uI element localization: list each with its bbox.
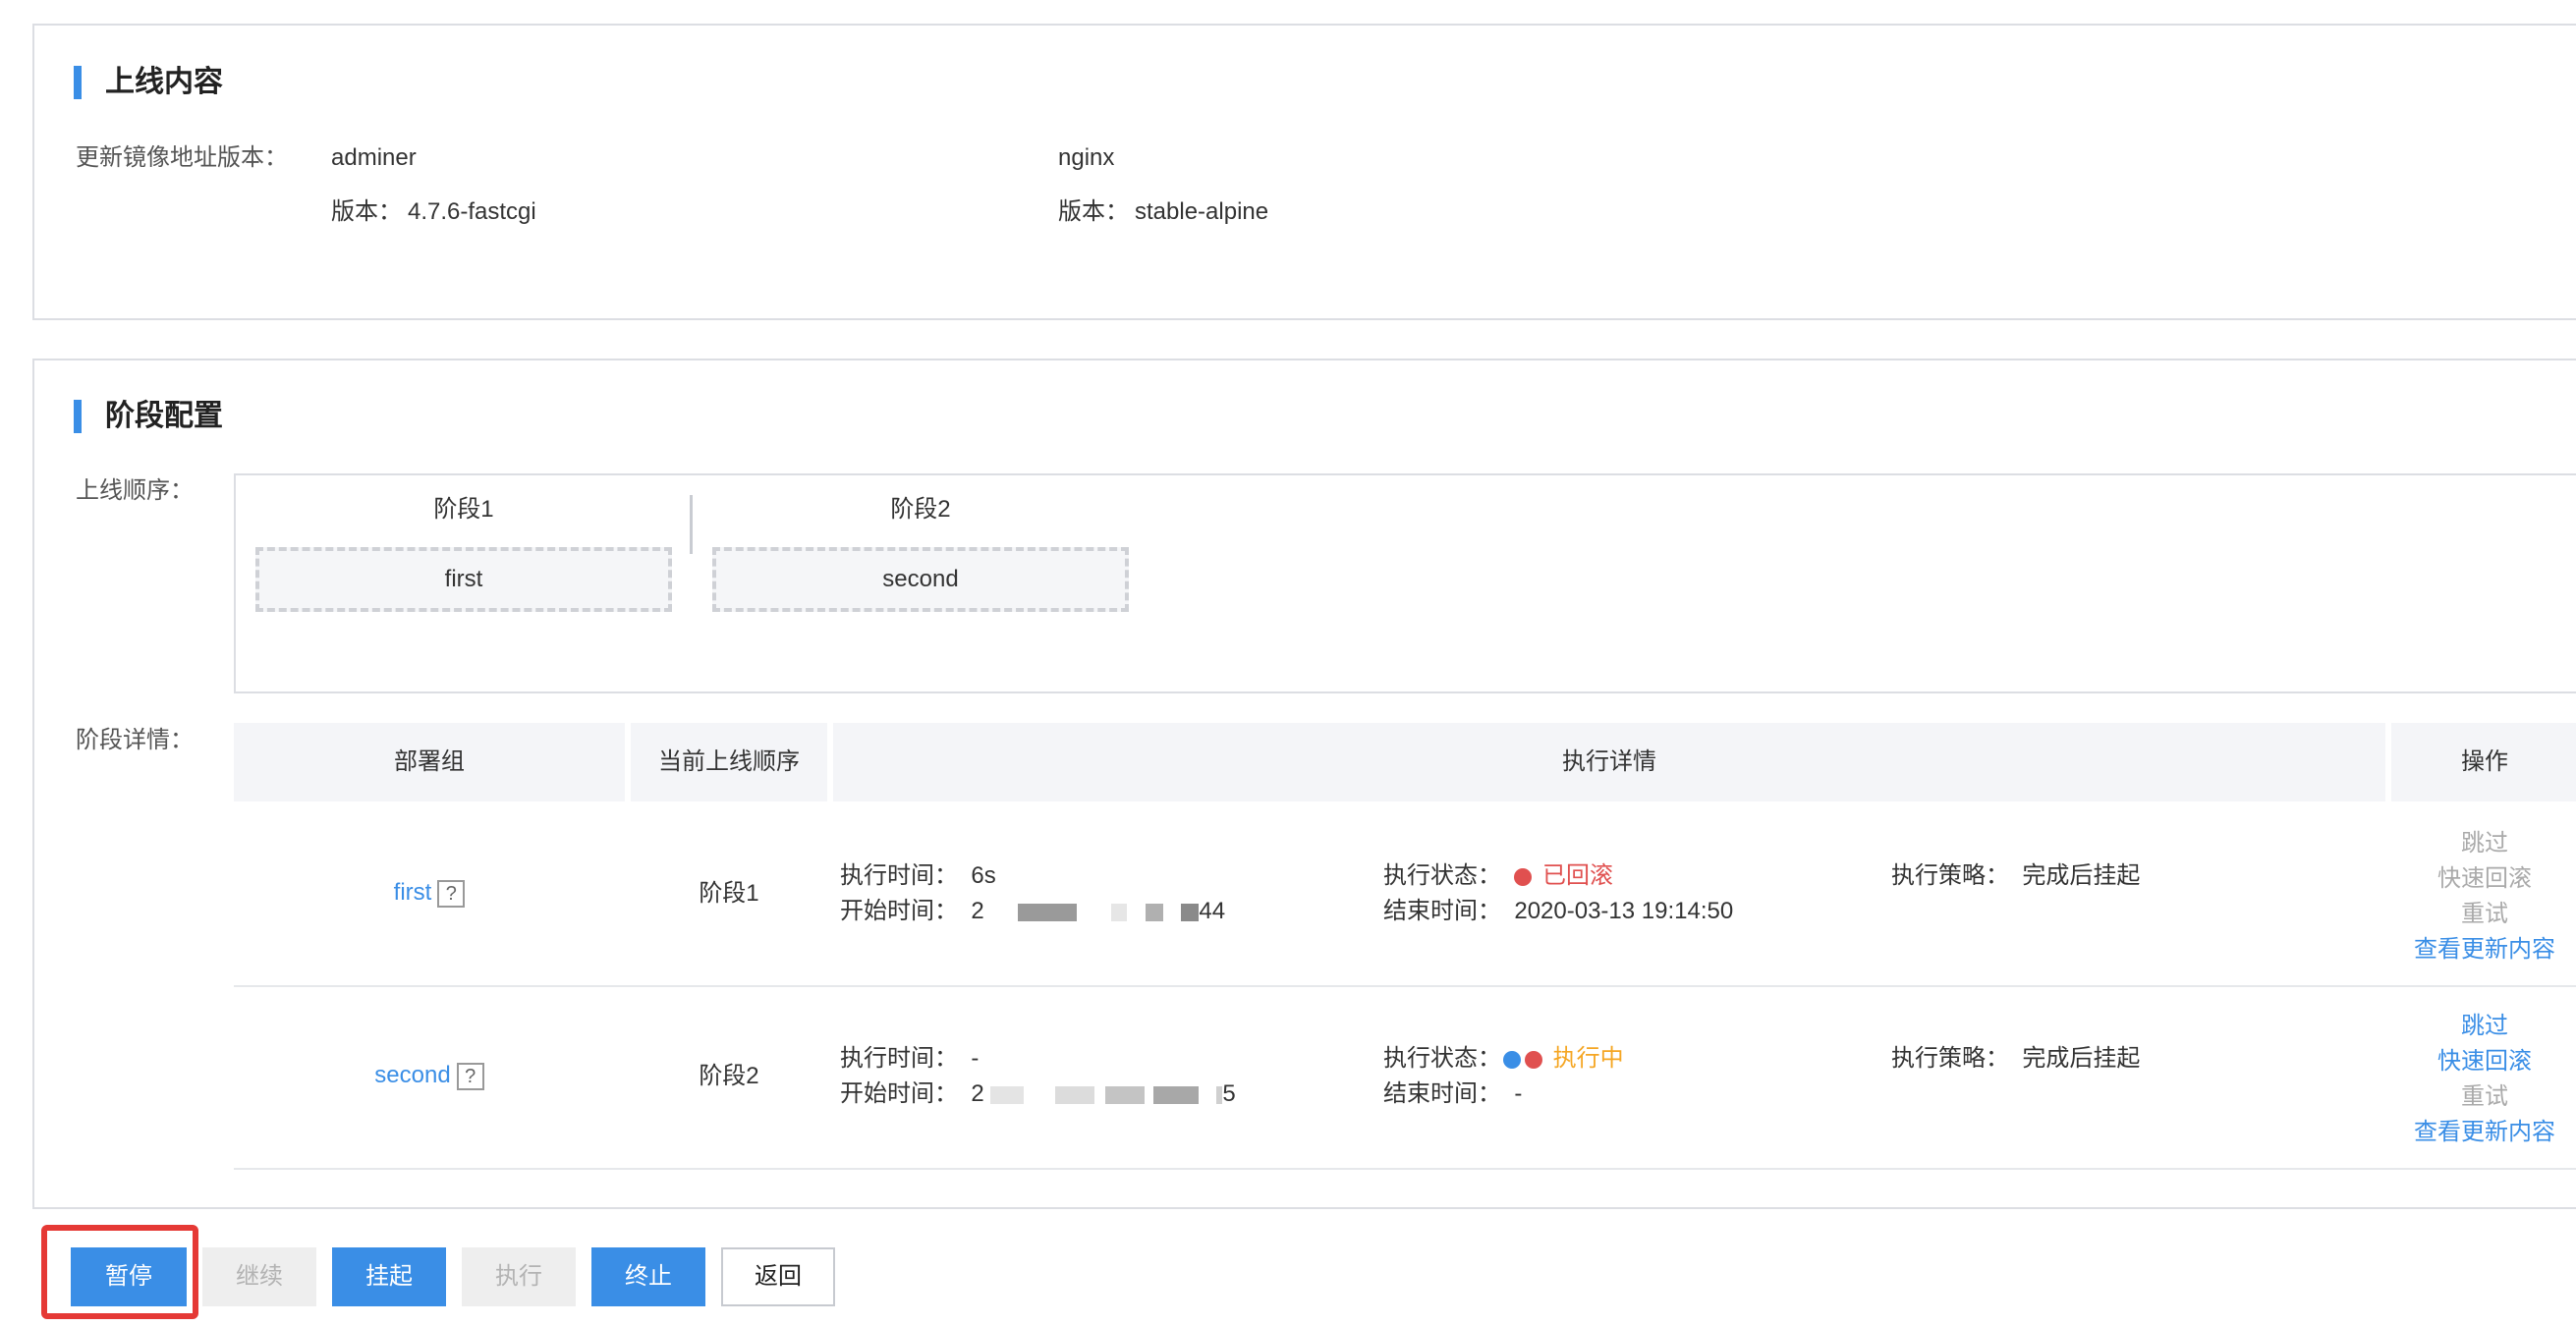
end-time-value: - — [1514, 1080, 1523, 1107]
row-divider — [234, 1168, 2576, 1170]
row1-exec-time: 执行时间： 6s — [840, 861, 996, 891]
exec-time-label: 执行时间： — [840, 1045, 958, 1072]
row1-end-time: 结束时间： 2020-03-13 19:14:50 — [1383, 897, 1733, 926]
redacted-block — [989, 1085, 1024, 1104]
row2-group-link[interactable]: second — [374, 1062, 450, 1088]
suspend-button[interactable]: 挂起 — [332, 1247, 446, 1306]
release-order-board: 阶段1 阶段2 first second — [234, 473, 2576, 693]
status-running: 执行中 — [1552, 1045, 1624, 1072]
end-time-label: 结束时间： — [1383, 898, 1501, 924]
row1-start-time: 开始时间： 2 44 — [840, 897, 1225, 926]
phase-1-title: 阶段1 — [433, 496, 494, 523]
start-time-suffix: 44 — [1199, 898, 1226, 924]
status-label: 执行状态： — [1383, 862, 1501, 889]
row2-skip-link[interactable]: 跳过 — [2411, 1009, 2558, 1044]
phase-2-title: 阶段2 — [890, 496, 951, 523]
section-title-release-content: 上线内容 — [74, 66, 223, 99]
row1-skip-action: 跳过 — [2461, 830, 2508, 856]
row1-group-cell: first? — [234, 878, 625, 908]
start-time-label: 开始时间： — [840, 1080, 958, 1107]
start-time-prefix: 2 — [971, 1080, 984, 1107]
start-time-prefix: 2 — [971, 898, 984, 924]
redacted-block — [1105, 1085, 1146, 1104]
pause-button[interactable]: 暂停 — [71, 1247, 187, 1306]
status-dot-red — [1514, 867, 1533, 886]
phase-1-group-card[interactable]: first — [255, 547, 672, 612]
help-icon[interactable]: ? — [456, 1062, 484, 1090]
stage-config-panel: 阶段配置 上线顺序： 阶段1 阶段2 first second 阶段详情： 部署… — [32, 359, 2576, 1209]
row1-group-link[interactable]: first — [394, 879, 432, 906]
exec-time-value: - — [971, 1045, 980, 1072]
row2-phase: 阶段2 — [699, 1063, 759, 1089]
start-time-suffix: 5 — [1222, 1080, 1236, 1107]
redacted-block — [1111, 903, 1128, 921]
status-rolled-back: 已回滚 — [1542, 862, 1614, 889]
row2-end-time: 结束时间： - — [1383, 1079, 1522, 1109]
th-deploy-group: 部署组 — [234, 723, 625, 801]
strategy-value: 完成后挂起 — [2022, 1045, 2141, 1072]
th-actions: 操作 — [2391, 723, 2576, 801]
row1-strategy: 执行策略： 完成后挂起 — [1891, 861, 2140, 891]
th-exec-detail: 执行详情 — [833, 723, 2385, 801]
redacted-block — [1152, 1085, 1199, 1104]
image-version-2: stable-alpine — [1135, 198, 1269, 225]
exec-time-label: 执行时间： — [840, 862, 958, 889]
row-divider — [234, 985, 2576, 987]
row1-fast-rollback-action: 快速回滚 — [2437, 865, 2532, 892]
release-content-panel: 上线内容 更新镜像地址版本： adminer 版本： 4.7.6-fastcgi… — [32, 24, 2576, 320]
row2-status: 执行状态： 执行中 — [1383, 1044, 1624, 1074]
row1-status: 执行状态： 已回滚 — [1383, 861, 1613, 891]
status-dot-blue — [1503, 1050, 1521, 1069]
start-time-label: 开始时间： — [840, 898, 958, 924]
row2-group-cell: second? — [234, 1061, 625, 1090]
exec-time-value: 6s — [971, 862, 996, 889]
stage-detail-label: 阶段详情： — [76, 727, 194, 753]
end-time-label: 结束时间： — [1383, 1080, 1501, 1107]
redacted-block — [1018, 903, 1078, 921]
status-dot-red — [1525, 1050, 1542, 1069]
phase-separator — [690, 495, 693, 554]
redacted-block — [1055, 1085, 1095, 1104]
strategy-value: 完成后挂起 — [2022, 862, 2141, 889]
image-name-1: adminer — [331, 144, 417, 171]
strategy-label: 执行策略： — [1891, 1045, 2009, 1072]
row1-phase: 阶段1 — [699, 880, 759, 907]
execute-button[interactable]: 执行 — [462, 1247, 576, 1306]
strategy-label: 执行策略： — [1891, 862, 2009, 889]
resume-button[interactable]: 继续 — [202, 1247, 316, 1306]
redacted-block — [1145, 903, 1163, 921]
image-name-2: nginx — [1058, 144, 1115, 171]
image-version-label-2: 版本： — [1058, 198, 1129, 225]
release-order-label: 上线顺序： — [76, 477, 194, 504]
row1-view-update-link[interactable]: 查看更新内容 — [2411, 932, 2558, 967]
image-version-label-1: 版本： — [331, 198, 402, 225]
row2-strategy: 执行策略： 完成后挂起 — [1891, 1044, 2140, 1074]
row2-start-time: 开始时间： 2 5 — [840, 1079, 1236, 1109]
redacted-block — [1181, 903, 1200, 921]
help-icon[interactable]: ? — [437, 879, 466, 908]
update-image-label: 更新镜像地址版本： — [76, 144, 288, 171]
row1-retry-action: 重试 — [2461, 901, 2508, 927]
image-version-1: 4.7.6-fastcgi — [408, 198, 536, 225]
back-button[interactable]: 返回 — [721, 1247, 835, 1306]
phase-2-group-card[interactable]: second — [712, 547, 1129, 612]
section-title-stage-config: 阶段配置 — [74, 400, 223, 433]
th-current-order: 当前上线顺序 — [631, 723, 827, 801]
row2-fast-rollback-link[interactable]: 快速回滚 — [2411, 1044, 2558, 1079]
status-label: 执行状态： — [1383, 1045, 1501, 1072]
row2-exec-time: 执行时间： - — [840, 1044, 979, 1074]
row2-retry-action: 重试 — [2461, 1083, 2508, 1110]
row2-view-update-link[interactable]: 查看更新内容 — [2411, 1115, 2558, 1150]
end-time-value: 2020-03-13 19:14:50 — [1514, 898, 1734, 924]
terminate-button[interactable]: 终止 — [591, 1247, 705, 1306]
